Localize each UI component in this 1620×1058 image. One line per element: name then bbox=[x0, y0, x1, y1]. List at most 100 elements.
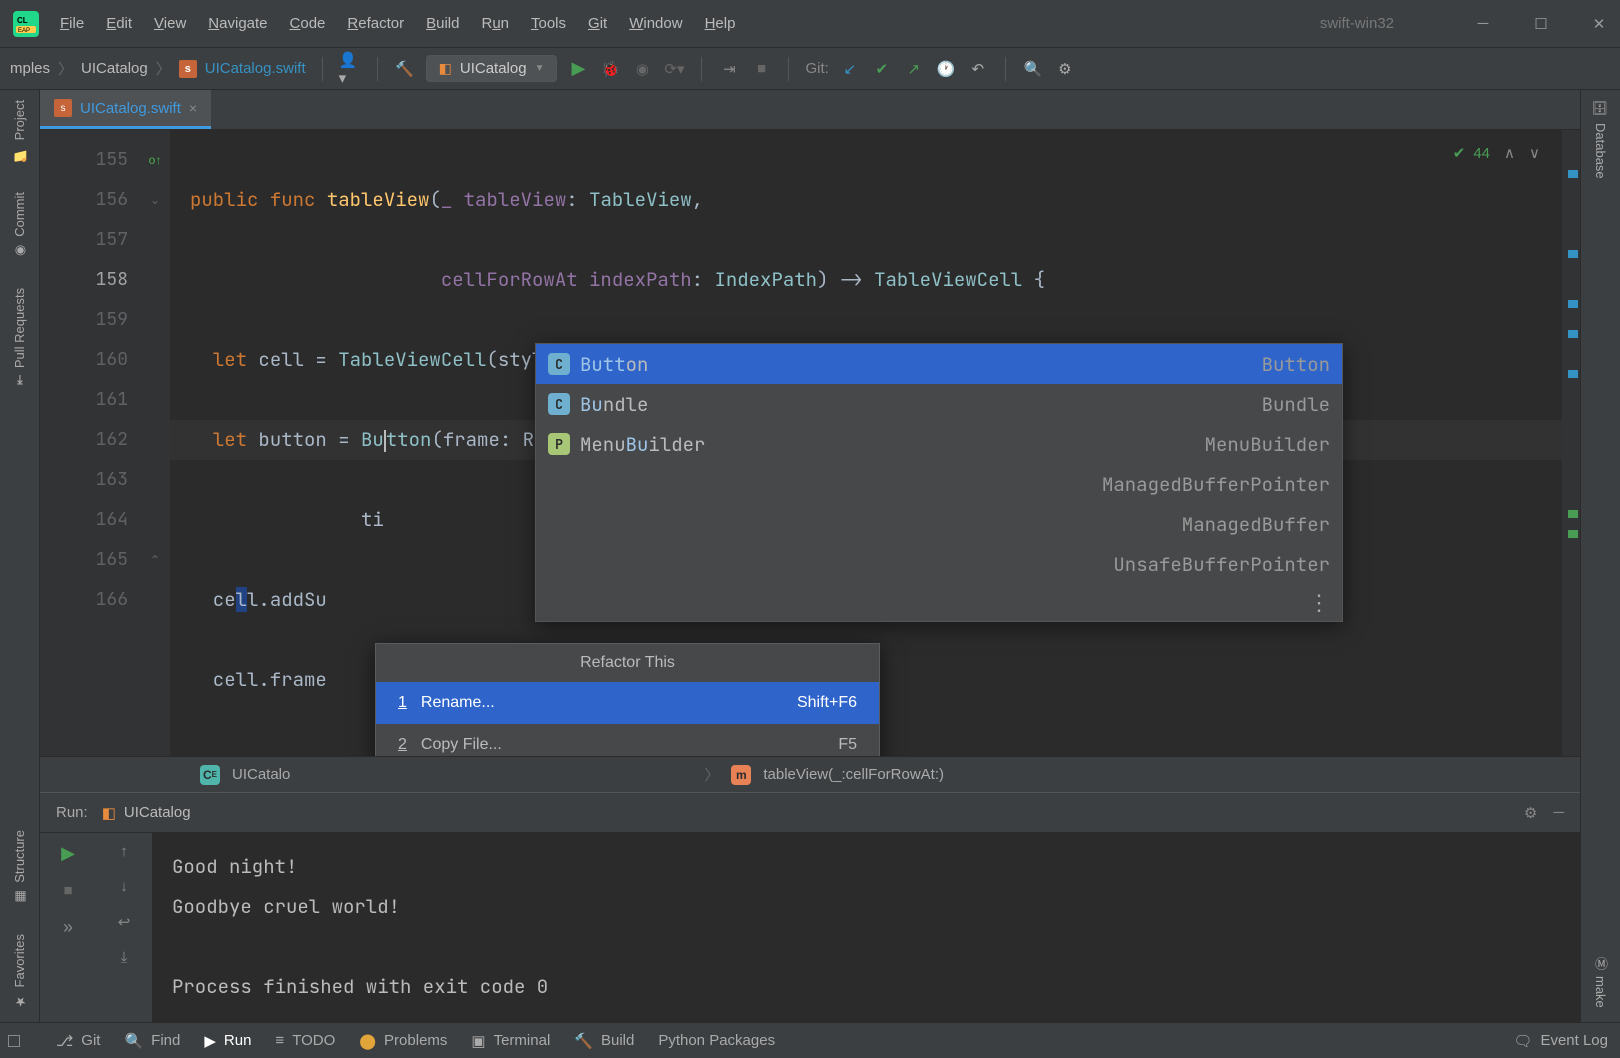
menu-item-rename[interactable]: 1 Rename... Shift+F6 bbox=[376, 682, 879, 724]
completion-popup: C Button Button C Bundle Bundle P MenuBu… bbox=[535, 343, 1343, 622]
completion-item[interactable]: C Button Button bbox=[536, 344, 1342, 384]
menu-navigate[interactable]: Navigate bbox=[208, 15, 267, 32]
menu-run[interactable]: Run bbox=[481, 15, 509, 32]
menu-edit[interactable]: Edit bbox=[106, 15, 132, 32]
editor-tab[interactable]: s UICatalog.swift × bbox=[40, 90, 211, 129]
maximize-button[interactable]: ☐ bbox=[1532, 15, 1550, 33]
menu-git[interactable]: Git bbox=[588, 15, 607, 32]
down-icon[interactable]: ↓ bbox=[120, 878, 128, 895]
status-build[interactable]: 🔨Build bbox=[574, 1032, 634, 1050]
close-button[interactable]: ✕ bbox=[1590, 15, 1608, 33]
status-find[interactable]: 🔍Find bbox=[124, 1032, 180, 1050]
window-controls: ─ ☐ ✕ bbox=[1474, 15, 1608, 33]
debug-button[interactable]: 🐞 bbox=[599, 58, 621, 80]
inspections-count: 44 bbox=[1473, 145, 1490, 162]
exit-button[interactable]: » bbox=[63, 917, 73, 938]
chevron-down-icon[interactable]: ∨ bbox=[1529, 144, 1540, 162]
status-todo[interactable]: ≡TODO bbox=[275, 1032, 335, 1049]
menu-window[interactable]: Window bbox=[629, 15, 682, 32]
menu-help[interactable]: Help bbox=[705, 15, 736, 32]
tool-pull-requests[interactable]: ⇤ Pull Requests bbox=[12, 288, 27, 385]
protocol-badge-icon: P bbox=[548, 433, 570, 455]
profile-button[interactable]: ⟳▾ bbox=[663, 58, 685, 80]
tool-project[interactable]: 📁 Project bbox=[12, 100, 27, 162]
crumb-item[interactable]: UICatalo bbox=[232, 766, 290, 783]
stop-button[interactable]: ■ bbox=[750, 58, 772, 80]
line-gutter: 155156157 158159160 161162163 164165166 bbox=[40, 130, 140, 756]
git-pull-icon[interactable]: ↙ bbox=[839, 58, 861, 80]
code-editor[interactable]: 155156157 158159160 161162163 164165166 … bbox=[40, 130, 1580, 756]
stop-button[interactable]: ■ bbox=[63, 882, 72, 899]
tool-commit[interactable]: ◉ Commit bbox=[12, 192, 27, 258]
tool-favorites[interactable]: ★ Favorites bbox=[12, 934, 27, 1008]
scroll-icon[interactable]: ⤓ bbox=[121, 949, 128, 966]
status-python-packages[interactable]: Python Packages bbox=[658, 1032, 775, 1049]
breadcrumb-item[interactable]: UICatalog bbox=[81, 60, 148, 77]
override-icon[interactable]: o↑ bbox=[140, 140, 170, 180]
rollback-icon[interactable]: ↶ bbox=[967, 58, 989, 80]
breadcrumb-item[interactable]: UICatalog.swift bbox=[205, 60, 306, 77]
more-icon[interactable]: ⋮ bbox=[536, 584, 1342, 621]
search-icon[interactable]: 🔍 bbox=[1022, 58, 1044, 80]
menu-code[interactable]: Code bbox=[290, 15, 326, 32]
settings-icon[interactable]: ⚙ bbox=[1524, 804, 1537, 822]
completion-item[interactable]: ManagedBufferPointer bbox=[536, 464, 1342, 504]
git-push-icon[interactable]: ↗ bbox=[903, 58, 925, 80]
completion-item[interactable]: UnsafeBufferPointer bbox=[536, 544, 1342, 584]
completion-item[interactable]: C Bundle Bundle bbox=[536, 384, 1342, 424]
history-icon[interactable]: 🕐 bbox=[935, 58, 957, 80]
attach-button[interactable]: ⇥ bbox=[718, 58, 740, 80]
divider bbox=[788, 57, 789, 81]
run-config-name: UICatalog bbox=[460, 60, 527, 77]
status-git[interactable]: ⎇Git bbox=[56, 1032, 100, 1050]
cube-icon: ◧ bbox=[102, 804, 116, 822]
run-output[interactable]: Good night! Goodbye cruel world! Process… bbox=[152, 833, 1580, 1022]
chevron-right-icon: 〉 bbox=[156, 58, 171, 79]
run-config-display[interactable]: ◧ UICatalog bbox=[102, 804, 191, 822]
menu-refactor[interactable]: Refactor bbox=[347, 15, 404, 32]
completion-item[interactable]: ManagedBuffer bbox=[536, 504, 1342, 544]
settings-icon[interactable]: ⚙ bbox=[1054, 58, 1076, 80]
menu-tools[interactable]: Tools bbox=[531, 15, 566, 32]
coverage-button[interactable]: ◉ bbox=[631, 58, 653, 80]
user-dropdown-icon[interactable]: 👤▾ bbox=[339, 58, 361, 80]
close-icon[interactable]: × bbox=[189, 100, 197, 116]
hammer-icon[interactable]: 🔨 bbox=[394, 58, 416, 80]
status-event-log[interactable]: 🗨Event Log bbox=[1513, 1032, 1608, 1050]
fold-gutter: o↑ ⌄ ⌃ bbox=[140, 130, 170, 756]
breadcrumb-item[interactable]: mples bbox=[10, 60, 50, 77]
minimize-icon[interactable]: ─ bbox=[1553, 804, 1564, 822]
run-config-selector[interactable]: ◧ UICatalog ▼ bbox=[426, 55, 558, 82]
check-icon bbox=[1453, 144, 1468, 162]
tool-make[interactable]: Ⓜ make bbox=[1591, 957, 1610, 1008]
soft-wrap-icon[interactable]: ↩ bbox=[118, 913, 131, 931]
menu-view[interactable]: View bbox=[154, 15, 186, 32]
tool-structure[interactable]: ▦ Structure bbox=[12, 830, 27, 904]
status-problems[interactable]: ⬤Problems bbox=[359, 1032, 447, 1050]
menu-item-copy-file[interactable]: 2 Copy File... F5 bbox=[376, 724, 879, 756]
toolbar: mples 〉 UICatalog 〉 s UICatalog.swift 👤▾… bbox=[0, 48, 1620, 90]
crumb-item[interactable]: tableView(_:cellForRowAt:) bbox=[763, 766, 944, 783]
main-area: 📁 Project ◉ Commit ⇤ Pull Requests ▦ Str… bbox=[0, 90, 1620, 1022]
class-badge-icon: C bbox=[548, 393, 570, 415]
menu-file[interactable]: File bbox=[60, 15, 84, 32]
project-name: swift-win32 bbox=[1320, 15, 1394, 32]
up-icon[interactable]: ↑ bbox=[120, 843, 128, 860]
git-commit-icon[interactable]: ✔ bbox=[871, 58, 893, 80]
run-output-bar: ↑ ↓ ↩ ⤓ bbox=[96, 833, 152, 1022]
menu-build[interactable]: Build bbox=[426, 15, 459, 32]
marker-bar[interactable] bbox=[1562, 130, 1580, 756]
tab-title: UICatalog.swift bbox=[80, 100, 181, 117]
rerun-button[interactable]: ▶ bbox=[61, 843, 75, 864]
status-terminal[interactable]: ▣Terminal bbox=[471, 1032, 550, 1050]
status-run[interactable]: ▶Run bbox=[204, 1032, 251, 1050]
tool-database[interactable]: 🗄 Database bbox=[1593, 100, 1608, 178]
fold-icon[interactable]: ⌃ bbox=[140, 540, 170, 580]
inspections-widget[interactable]: 44 ∧ ∨ bbox=[1453, 144, 1540, 162]
status-indicator-icon[interactable] bbox=[8, 1035, 20, 1047]
run-button[interactable]: ▶ bbox=[567, 58, 589, 80]
completion-item[interactable]: P MenuBuilder MenuBuilder bbox=[536, 424, 1342, 464]
chevron-up-icon[interactable]: ∧ bbox=[1504, 144, 1515, 162]
fold-icon[interactable]: ⌄ bbox=[140, 180, 170, 220]
minimize-button[interactable]: ─ bbox=[1474, 15, 1492, 33]
